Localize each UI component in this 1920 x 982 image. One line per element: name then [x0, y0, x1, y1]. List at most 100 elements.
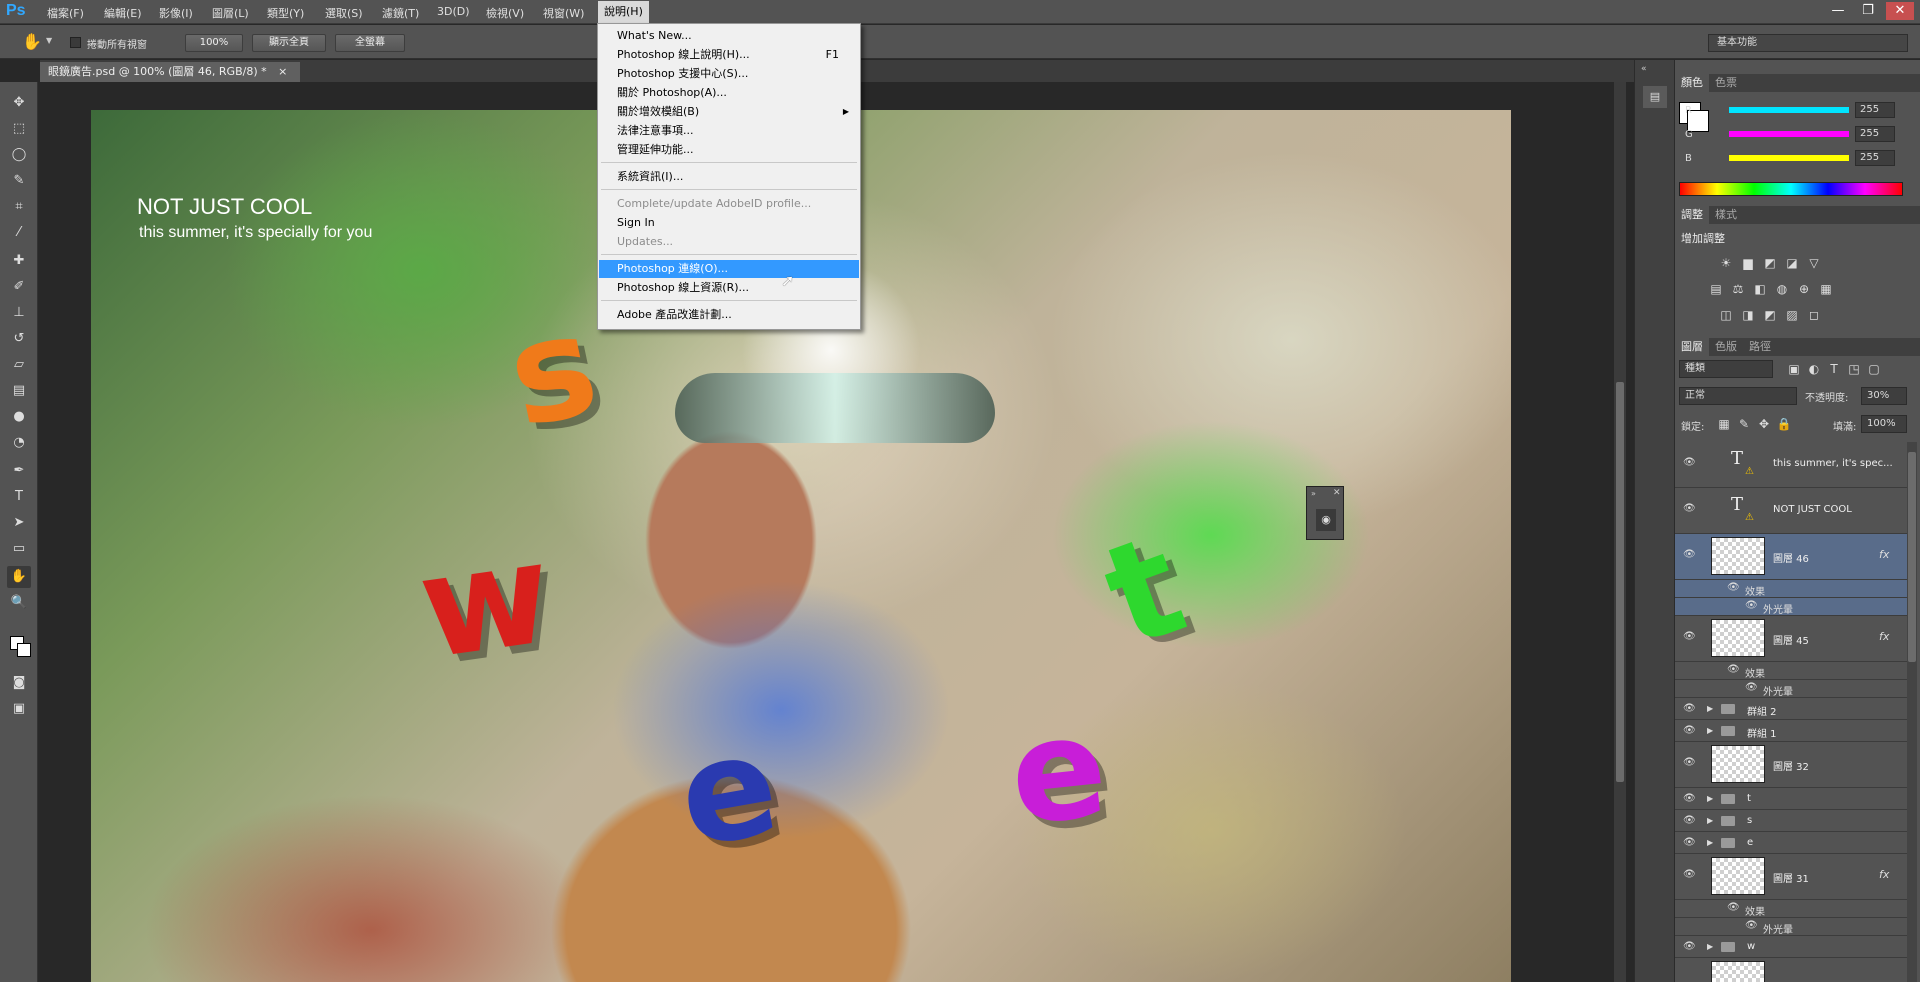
background-color-swatch[interactable] — [17, 643, 31, 657]
menu-help[interactable]: 說明(H) — [598, 1, 649, 23]
gradient-map-icon[interactable]: ◻ — [1805, 306, 1823, 324]
fill-screen-button[interactable]: 全螢幕 — [335, 34, 405, 52]
hand-tool-icon[interactable]: ✋ — [7, 566, 31, 588]
hand-icon[interactable]: ✋ — [22, 32, 42, 51]
brush-tool-icon[interactable]: ✐ — [7, 276, 31, 298]
group-row[interactable]: 👁 ▶ t — [1675, 788, 1907, 810]
fx-icon[interactable]: fx — [1879, 630, 1889, 643]
visibility-eye-icon[interactable]: 👁 — [1683, 837, 1696, 848]
menu-item-product-improvement[interactable]: Adobe 產品改進計劃... — [599, 306, 859, 324]
menu-filter[interactable]: 濾鏡(T) — [382, 5, 419, 21]
color-lookup-icon[interactable]: ▦ — [1817, 280, 1835, 298]
floating-mini-panel[interactable]: » ✕ ◉ — [1306, 486, 1344, 540]
menu-item-online-resources[interactable]: Photoshop 線上資源(R)... — [599, 279, 859, 297]
blur-tool-icon[interactable]: ● — [7, 406, 31, 428]
tab-adjustments[interactable]: 調整 — [1675, 206, 1709, 224]
group-row[interactable]: 👁 ▶ e — [1675, 832, 1907, 854]
quick-mask-icon[interactable]: ◙ — [7, 672, 31, 694]
screen-mode-icon[interactable]: ▣ — [7, 698, 31, 720]
fx-icon[interactable]: fx — [1879, 548, 1889, 561]
expand-arrow-icon[interactable]: ▶ — [1707, 794, 1713, 803]
posterize-icon[interactable]: ◨ — [1739, 306, 1757, 324]
opacity-field[interactable]: 30% — [1861, 387, 1907, 405]
menu-edit[interactable]: 編輯(E) — [104, 5, 142, 21]
chevron-down-icon[interactable]: ▼ — [46, 36, 52, 45]
filter-smart-object-icon[interactable]: ▢ — [1865, 360, 1883, 378]
hue-saturation-icon[interactable]: ▤ — [1707, 280, 1725, 298]
layer-row[interactable] — [1675, 958, 1907, 982]
visibility-eye-icon[interactable]: 👁 — [1727, 664, 1740, 675]
lock-transparent-icon[interactable]: ▦ — [1715, 415, 1733, 433]
expand-arrow-icon[interactable]: ▶ — [1707, 816, 1713, 825]
menu-item-about-plugins[interactable]: 關於增效模組(B) ▶ — [599, 103, 859, 121]
visibility-eye-icon[interactable]: 👁 — [1683, 549, 1696, 560]
layer-row[interactable]: 👁 T ⚠ NOT JUST COOL — [1675, 488, 1907, 534]
canvas-vertical-scrollbar[interactable] — [1614, 82, 1626, 982]
group-row[interactable]: 👁 ▶ 群組 1 — [1675, 720, 1907, 742]
zoom-100-button[interactable]: 100% — [185, 34, 243, 52]
menu-item-updates[interactable]: Updates... — [599, 233, 859, 251]
minimize-icon[interactable]: — — [1824, 2, 1852, 20]
scrollbar-thumb[interactable] — [1616, 382, 1624, 782]
layer-row[interactable]: 👁 T ⚠ this summer, it's spec... — [1675, 442, 1907, 488]
expand-arrow-icon[interactable]: ▶ — [1707, 838, 1713, 847]
healing-brush-tool-icon[interactable]: ✚ — [7, 250, 31, 272]
effects-row[interactable]: 👁 效果 — [1675, 900, 1907, 918]
curves-icon[interactable]: ◩ — [1761, 254, 1779, 272]
r-value-field[interactable]: 255 — [1855, 102, 1895, 118]
g-value-field[interactable]: 255 — [1855, 126, 1895, 142]
zoom-tool-icon[interactable]: 🔍 — [7, 592, 31, 614]
menu-window[interactable]: 視窗(W) — [543, 5, 584, 21]
visibility-eye-icon[interactable]: 👁 — [1683, 941, 1696, 952]
tab-layers[interactable]: 圖層 — [1675, 338, 1709, 356]
history-brush-tool-icon[interactable]: ↺ — [7, 328, 31, 350]
filter-type-icon[interactable]: T — [1825, 360, 1843, 378]
path-select-tool-icon[interactable]: ➤ — [7, 512, 31, 534]
close-icon[interactable]: ✕ — [1886, 2, 1914, 20]
eyedropper-tool-icon[interactable]: ⁄ — [7, 222, 31, 244]
visibility-eye-icon[interactable]: 👁 — [1745, 920, 1758, 931]
layer-filter-kind-select[interactable]: 種類 — [1679, 360, 1773, 378]
menu-item-adobeid-profile[interactable]: Complete/update AdobeID profile... — [599, 195, 859, 213]
menu-select[interactable]: 選取(S) — [325, 5, 363, 21]
outer-glow-row[interactable]: 👁 外光暈 — [1675, 918, 1907, 936]
color-balance-icon[interactable]: ⚖ — [1729, 280, 1747, 298]
fit-screen-button[interactable]: 顯示全頁 — [252, 34, 326, 52]
visibility-eye-icon[interactable]: 👁 — [1727, 902, 1740, 913]
outer-glow-row[interactable]: 👁 外光暈 — [1675, 680, 1907, 698]
mini-panel-close-icon[interactable]: ✕ — [1333, 488, 1341, 498]
dodge-tool-icon[interactable]: ◔ — [7, 432, 31, 454]
restore-icon[interactable]: ❐ — [1854, 2, 1882, 20]
menu-item-support-center[interactable]: Photoshop 支援中心(S)... — [599, 65, 859, 83]
tab-paths[interactable]: 路徑 — [1743, 338, 1777, 356]
visibility-eye-icon[interactable]: 👁 — [1683, 503, 1696, 514]
visibility-eye-icon[interactable]: 👁 — [1683, 631, 1696, 642]
lock-image-icon[interactable]: ✎ — [1735, 415, 1753, 433]
visibility-eye-icon[interactable]: 👁 — [1745, 682, 1758, 693]
menu-type[interactable]: 類型(Y) — [267, 5, 304, 21]
menu-item-online-help[interactable]: Photoshop 線上說明(H)... F1 — [599, 46, 859, 64]
color-spectrum-ramp[interactable] — [1679, 182, 1903, 196]
exposure-icon[interactable]: ◪ — [1783, 254, 1801, 272]
photo-filter-icon[interactable]: ◍ — [1773, 280, 1791, 298]
lock-all-icon[interactable]: 🔒 — [1775, 415, 1793, 433]
menu-file[interactable]: 檔案(F) — [47, 5, 84, 21]
menu-item-about-photoshop[interactable]: 關於 Photoshop(A)... — [599, 84, 859, 102]
scroll-all-checkbox[interactable] — [70, 37, 81, 48]
gradient-tool-icon[interactable]: ▤ — [7, 380, 31, 402]
layer-row[interactable]: 👁 圖層 32 — [1675, 742, 1907, 788]
layers-scrollbar[interactable] — [1907, 442, 1917, 982]
filter-adjustment-icon[interactable]: ◐ — [1805, 360, 1823, 378]
visibility-eye-icon[interactable]: 👁 — [1683, 757, 1696, 768]
invert-icon[interactable]: ◫ — [1717, 306, 1735, 324]
group-row[interactable]: 👁 ▶ w — [1675, 936, 1907, 958]
menu-item-photoshop-connection[interactable]: Photoshop 連線(O)... — [599, 260, 859, 278]
r-slider[interactable] — [1729, 107, 1849, 113]
visibility-eye-icon[interactable]: 👁 — [1745, 600, 1758, 611]
menu-item-legal-notices[interactable]: 法律注意事項... — [599, 122, 859, 140]
effects-row[interactable]: 👁 效果 — [1675, 662, 1907, 680]
fill-field[interactable]: 100% — [1861, 415, 1907, 433]
visibility-eye-icon[interactable]: 👁 — [1727, 582, 1740, 593]
menu-image[interactable]: 影像(I) — [159, 5, 193, 21]
g-slider[interactable] — [1729, 131, 1849, 137]
